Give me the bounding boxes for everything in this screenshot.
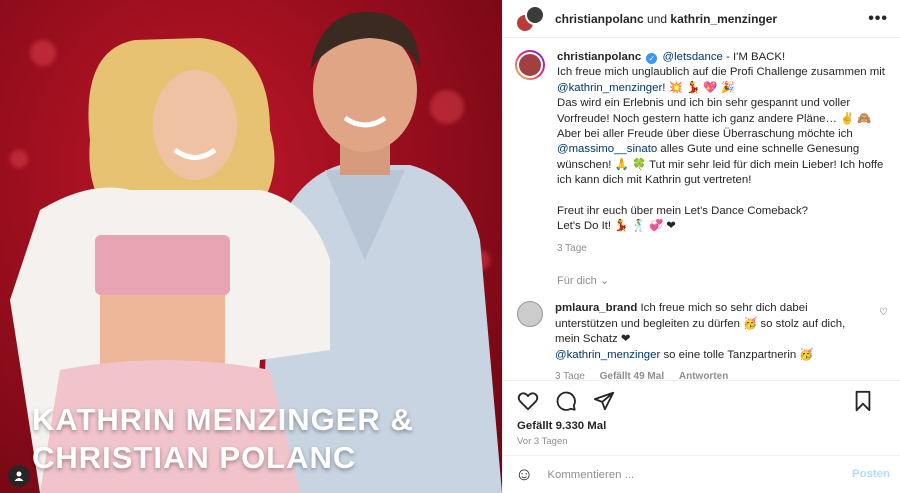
post-header: christianpolanc und kathrin_menzinger ••… xyxy=(503,0,900,38)
reply-button[interactable]: Antworten xyxy=(679,371,728,380)
mention-link[interactable]: @massimo__sinato xyxy=(557,143,657,155)
comment-segment: so eine tolle Tanzpartnerin 🥳 xyxy=(660,348,814,361)
post-age: Vor 3 Tagen xyxy=(517,436,568,447)
verified-icon: ✓ xyxy=(646,53,658,64)
like-count[interactable]: Gefällt 9.330 Mal xyxy=(503,420,900,432)
comment-composer: ☺ Posten xyxy=(503,455,900,493)
caption-age: 3 Tage xyxy=(557,242,587,254)
action-bar xyxy=(503,380,900,420)
share-icon[interactable] xyxy=(593,390,615,412)
comment-age: 3 Tage xyxy=(555,370,585,380)
mention-link[interactable]: @kathrin_menzinger xyxy=(557,82,662,94)
author-link[interactable]: christianpolanc xyxy=(557,51,641,63)
header-user-link[interactable]: kathrin_menzinger xyxy=(670,12,777,26)
caption-segment: Das wird ein Erlebnis und ich bin sehr g… xyxy=(557,97,872,125)
post-panel: christianpolanc und kathrin_menzinger ••… xyxy=(502,0,900,493)
comment-likes[interactable]: Gefällt 49 Mal xyxy=(600,371,664,380)
header-usernames: christianpolanc und kathrin_menzinger xyxy=(555,12,777,26)
comment-input[interactable] xyxy=(547,468,828,481)
caption-line-1: KATHRIN MENZINGER & xyxy=(32,402,414,437)
caption-segment: Let's Do It! 💃 🕺 💞 ❤ xyxy=(557,220,676,233)
more-icon[interactable]: ••• xyxy=(868,10,888,28)
caption-segment: - I'M BACK! xyxy=(722,51,786,63)
caption-segment: ! 💥 💃 💖 🎉 xyxy=(662,81,735,94)
post-caption: christianpolanc ✓ @letsdance - I'M BACK!… xyxy=(515,50,888,256)
comment-like-icon[interactable]: ♡ xyxy=(879,307,888,318)
collab-avatars[interactable] xyxy=(515,4,545,33)
image-caption: KATHRIN MENZINGER & CHRISTIAN POLANC xyxy=(32,401,414,477)
header-user-link[interactable]: christianpolanc xyxy=(555,12,644,26)
caption-text: christianpolanc ✓ @letsdance - I'M BACK!… xyxy=(557,50,888,256)
caption-line-2: CHRISTIAN POLANC xyxy=(32,440,357,475)
comment-item: pmlaura_brand Ich freue mich so sehr dic… xyxy=(515,301,888,380)
commenter-link[interactable]: pmlaura_brand xyxy=(555,302,637,314)
for-you-label: Für dich xyxy=(557,275,597,288)
user-icon xyxy=(14,471,24,481)
commenter-avatar[interactable] xyxy=(517,301,543,328)
chevron-down-icon: ⌄ xyxy=(599,275,610,288)
mention-link[interactable]: @kathrin_menzinger xyxy=(555,349,660,361)
heart-icon[interactable] xyxy=(517,390,539,412)
bookmark-icon[interactable] xyxy=(852,390,874,412)
comments-area: christianpolanc ✓ @letsdance - I'M BACK!… xyxy=(503,38,900,380)
comment-icon[interactable] xyxy=(555,390,577,412)
tagged-users-button[interactable] xyxy=(8,465,30,487)
post-comment-button[interactable]: Posten xyxy=(852,468,890,480)
comment-meta: 3 Tage Gefällt 49 Mal Antworten xyxy=(555,369,865,380)
caption-segment: Freut ihr euch über mein Let's Dance Com… xyxy=(557,205,808,218)
emoji-icon[interactable]: ☺ xyxy=(515,464,533,485)
post-image[interactable]: KATHRIN MENZINGER & CHRISTIAN POLANC xyxy=(0,0,502,493)
caption-segment: Ich freue mich unglaublich auf die Profi… xyxy=(557,66,885,79)
header-conjunction: und xyxy=(647,11,668,26)
for-you-toggle[interactable]: Für dich ⌄ xyxy=(557,274,888,287)
caption-segment: Aber bei aller Freude über diese Überras… xyxy=(557,128,853,141)
author-avatar[interactable] xyxy=(515,50,545,80)
avatar[interactable] xyxy=(525,4,545,25)
comment-text: pmlaura_brand Ich freue mich so sehr dic… xyxy=(555,301,865,380)
mention-link[interactable]: @letsdance xyxy=(663,51,723,63)
